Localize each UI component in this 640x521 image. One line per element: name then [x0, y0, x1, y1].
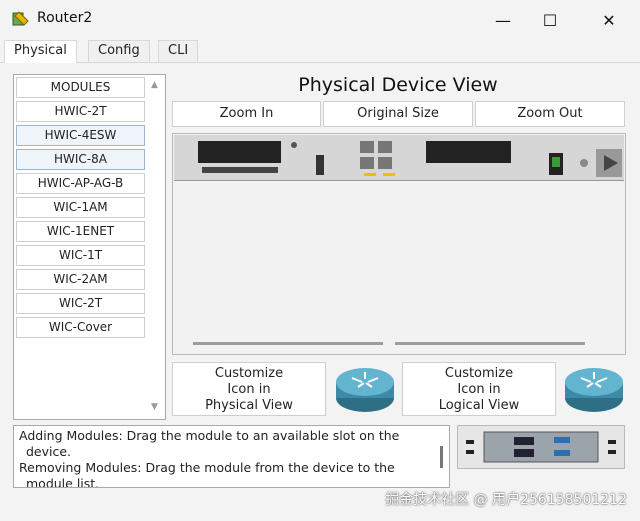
module-item[interactable]: WIC-1AM — [16, 197, 145, 218]
customize-physical-line3: Physical View — [205, 398, 293, 413]
view-scroll-track-left[interactable] — [193, 342, 383, 345]
customize-physical-line1: Customize — [214, 366, 284, 381]
info-line-2: device. — [26, 444, 72, 459]
module-item[interactable]: HWIC-8A — [16, 149, 145, 170]
customize-physical-button[interactable]: Customize Icon in Physical View — [172, 362, 326, 416]
original-size-button[interactable]: Original Size — [323, 101, 473, 127]
tab-config[interactable]: Config — [88, 40, 150, 62]
watermark: 掘金技术社区 @ 用户2561585012​12 — [385, 492, 627, 508]
module-item[interactable]: WIC-2T — [16, 293, 145, 314]
customize-physical-line2: Icon in — [227, 382, 271, 397]
maximize-button[interactable]: ☐ — [527, 6, 573, 34]
view-scroll-track-right[interactable] — [395, 342, 585, 345]
info-scrollbar[interactable] — [440, 446, 443, 468]
zoom-out-button[interactable]: Zoom Out — [475, 101, 625, 127]
customize-logical-line3: Logical View — [438, 398, 520, 413]
info-line-1: Adding Modules: Drag the module to an av… — [19, 428, 400, 443]
customize-logical-line1: Customize — [444, 366, 514, 381]
module-item[interactable]: HWIC-2T — [16, 101, 145, 122]
module-item[interactable]: HWIC-AP-AG-B — [16, 173, 145, 194]
module-header: MODULES — [16, 77, 145, 98]
close-button[interactable]: ✕ — [586, 6, 632, 34]
info-line-4: module list. — [26, 476, 100, 488]
router-chassis[interactable] — [174, 135, 624, 181]
modules-scrollbar[interactable]: ▲ ▼ — [148, 76, 164, 416]
scroll-down-icon[interactable]: ▼ — [151, 402, 158, 412]
module-item[interactable]: WIC-1ENET — [16, 221, 145, 242]
info-textbox[interactable]: Adding Modules: Drag the module to an av… — [13, 425, 450, 488]
scroll-up-icon[interactable]: ▲ — [151, 80, 158, 90]
window-title: Router2 — [37, 10, 93, 26]
module-item[interactable]: WIC-2AM — [16, 269, 145, 290]
module-thumbnail — [457, 425, 625, 469]
device-view — [172, 133, 626, 355]
view-heading: Physical Device View — [298, 74, 498, 96]
module-item[interactable]: HWIC-4ESW — [16, 125, 145, 146]
module-item[interactable]: WIC-Cover — [16, 317, 145, 338]
zoom-in-button[interactable]: Zoom In — [172, 101, 321, 127]
minimize-button[interactable]: — — [480, 6, 526, 34]
router-icon — [565, 368, 623, 412]
customize-logical-line2: Icon in — [457, 382, 501, 397]
module-item[interactable]: WIC-1T — [16, 245, 145, 266]
tab-physical[interactable]: Physical — [4, 40, 77, 63]
customize-logical-button[interactable]: Customize Icon in Logical View — [402, 362, 556, 416]
tab-cli[interactable]: CLI — [158, 40, 199, 62]
modules-panel: MODULES HWIC-2T HWIC-4ESW HWIC-8A HWIC-A… — [13, 74, 166, 420]
router-icon — [336, 368, 394, 412]
app-icon — [12, 11, 29, 26]
info-line-3: Removing Modules: Drag the module from t… — [19, 460, 395, 475]
title-bar: Router2 — ☐ ✕ — [0, 0, 640, 38]
tab-bar: Physical Config CLI — [0, 40, 640, 63]
